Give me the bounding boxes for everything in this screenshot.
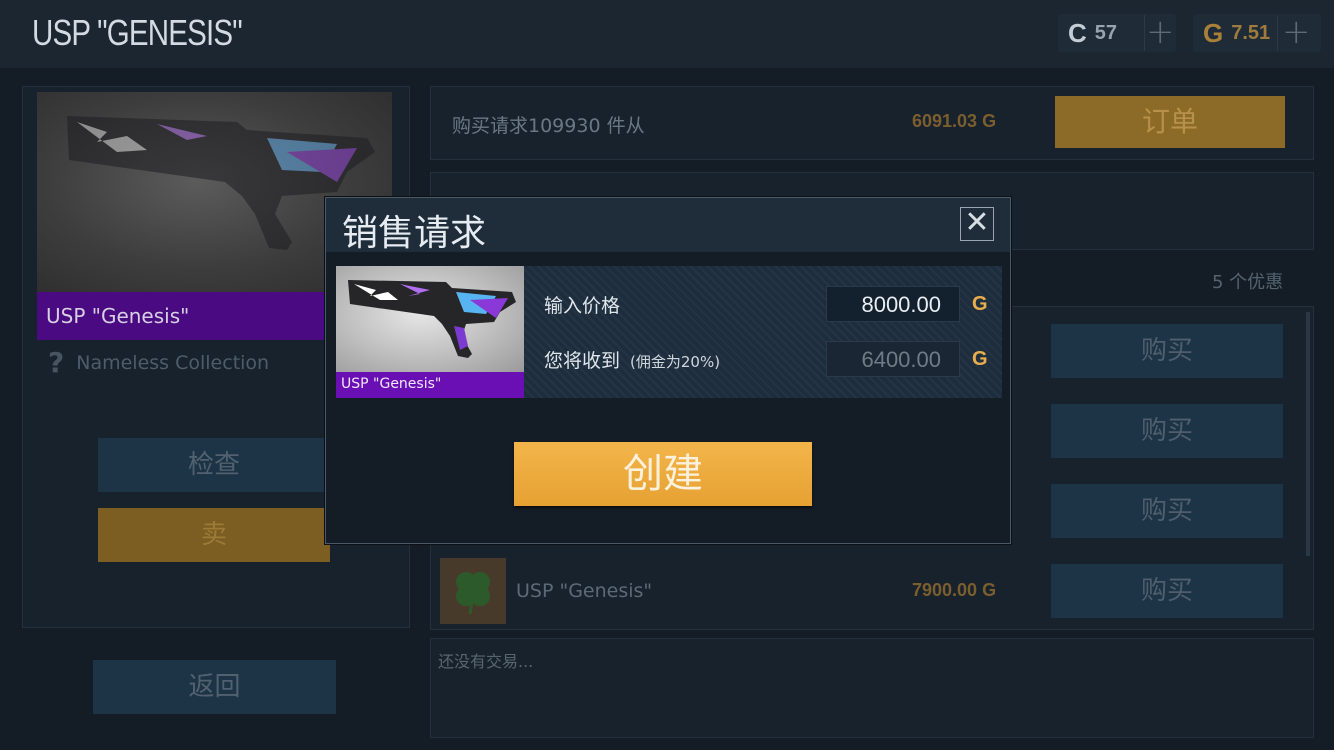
gold-g-icon: G: [972, 293, 988, 315]
item-name: USP "Genesis": [46, 304, 190, 328]
dialog-item-name: USP "Genesis": [341, 376, 442, 392]
receive-value: 6400.00: [861, 347, 941, 372]
pistol-icon: [348, 280, 516, 358]
gold-g-icon: G: [1203, 17, 1224, 48]
add-currency-g-button[interactable]: +: [1277, 15, 1314, 51]
clover-icon: [456, 572, 490, 615]
gold-g-icon: G: [972, 348, 988, 370]
offers-count: 5 个优惠: [1212, 272, 1284, 293]
price-input[interactable]: 8000.00: [826, 286, 960, 322]
close-button[interactable]: ✕: [960, 207, 994, 241]
currency-c-panel: C 57 +: [1058, 14, 1176, 52]
buy-button[interactable]: 购买: [1051, 484, 1283, 538]
commission-note: (佣金为20%): [630, 353, 721, 371]
no-trades-text: 还没有交易...: [438, 652, 534, 671]
page-title: USP "GENESIS": [32, 12, 243, 53]
buy-request-text: 购买请求109930 件从: [452, 115, 645, 137]
trades-panel: [430, 638, 1314, 738]
dialog-item-image: [336, 266, 524, 372]
inspect-button[interactable]: 检查: [98, 438, 330, 492]
order-button[interactable]: 订单: [1055, 96, 1285, 148]
currency-c-value: 57: [1094, 21, 1118, 44]
add-currency-c-button[interactable]: +: [1143, 15, 1176, 51]
back-button[interactable]: 返回: [93, 660, 336, 714]
sell-button[interactable]: 卖: [98, 508, 330, 562]
coin-c-icon: C: [1068, 17, 1087, 48]
dialog-item-name-bar: USP "Genesis": [336, 372, 524, 398]
buy-button[interactable]: 购买: [1051, 324, 1283, 378]
offers-scrollbar[interactable]: [1306, 312, 1310, 556]
receive-row: 您将收到 (佣金为20%): [544, 346, 720, 373]
sell-request-dialog: 销售请求 ✕ USP "Genesis" 输入价格 8000.00 G 您将收到…: [325, 197, 1011, 544]
receive-value-field: 6400.00: [826, 341, 960, 377]
offer-item-name: USP "Genesis": [516, 580, 653, 602]
currency-g-panel: G 7.51 +: [1193, 14, 1321, 52]
buy-request-price: 6091.03 G: [912, 111, 997, 131]
question-icon: ?: [48, 346, 65, 379]
offer-price: 7900.00 G: [912, 580, 997, 600]
buy-button[interactable]: 购买: [1051, 404, 1283, 458]
currency-g-value: 7.51: [1231, 21, 1271, 44]
collection-row: ? Nameless Collection: [48, 346, 269, 379]
buy-button[interactable]: 购买: [1051, 564, 1283, 618]
price-fields: 输入价格 8000.00 G 您将收到 (佣金为20%) 6400.00 G: [524, 266, 1002, 398]
seller-avatar: [440, 558, 506, 624]
price-input-value: 8000.00: [861, 292, 941, 317]
receive-label: 您将收到: [544, 350, 621, 372]
collection-name: Nameless Collection: [76, 351, 270, 374]
price-label: 输入价格: [544, 295, 621, 317]
dialog-title: 销售请求: [342, 213, 487, 254]
create-button[interactable]: 创建: [514, 442, 812, 506]
